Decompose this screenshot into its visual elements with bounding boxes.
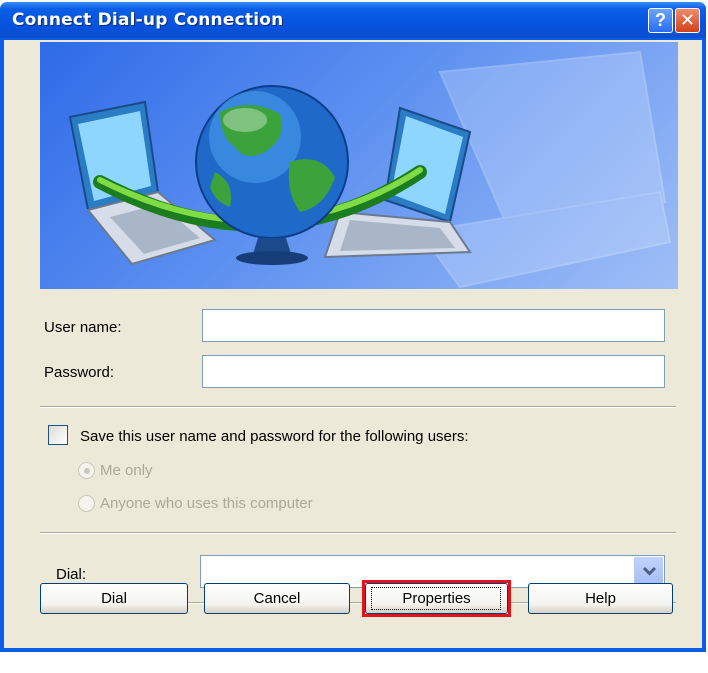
dial-button[interactable]: Dial — [40, 583, 188, 614]
separator-middle — [40, 532, 676, 534]
dialog-client-area: User name: Password: Save this user name… — [4, 40, 702, 648]
save-credentials-checkbox[interactable] — [48, 425, 68, 445]
network-illustration — [40, 42, 678, 289]
dropdown-arrow-button[interactable] — [634, 557, 663, 586]
radio-anyone-label: Anyone who uses this computer — [100, 495, 313, 512]
username-label: User name: — [44, 319, 122, 336]
highlight-box — [362, 580, 511, 617]
network-illustration-svg — [68, 50, 672, 289]
radio-me-only[interactable] — [78, 462, 95, 479]
dialog-window: Connect Dial-up Connection ? ✕ User name… — [0, 2, 706, 652]
chevron-down-icon — [642, 566, 657, 576]
dial-label: Dial: — [56, 566, 87, 583]
radio-anyone[interactable] — [78, 495, 95, 512]
close-icon[interactable]: ✕ — [675, 8, 700, 33]
password-input[interactable] — [202, 355, 665, 388]
separator-top — [40, 406, 676, 408]
title-bar[interactable]: Connect Dial-up Connection ? ✕ — [0, 2, 706, 38]
radio-me-only-label: Me only — [100, 462, 153, 479]
cancel-button[interactable]: Cancel — [204, 583, 350, 614]
help-icon[interactable]: ? — [648, 8, 673, 33]
save-credentials-label[interactable]: Save this user name and password for the… — [80, 428, 469, 445]
username-input[interactable] — [202, 309, 665, 342]
password-label: Password: — [44, 364, 115, 381]
window-title: Connect Dial-up Connection — [12, 10, 284, 30]
help-button[interactable]: Help — [528, 583, 673, 614]
